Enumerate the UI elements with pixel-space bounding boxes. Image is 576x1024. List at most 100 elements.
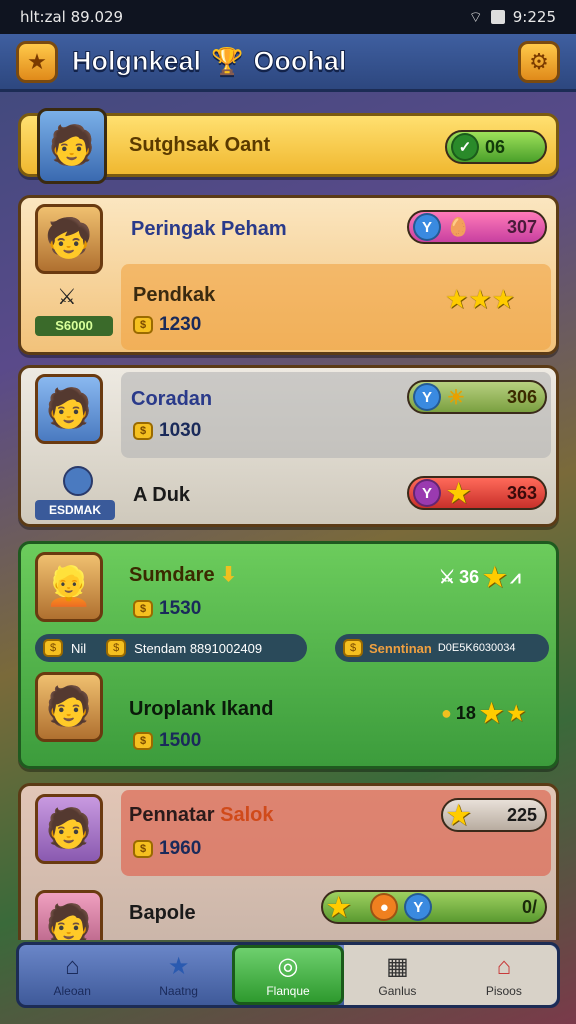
tab-rating[interactable]: ★ Naatng [125, 945, 231, 1005]
tab-ring[interactable]: ◎ Flanque [231, 945, 345, 1005]
stars-rating: ★★★ [445, 284, 515, 315]
coin-value: $ 1530 [133, 598, 201, 620]
star-icon: ★ [483, 562, 507, 592]
tab-label: Ganlus [378, 984, 417, 998]
player-name: Uroplank Ikand [129, 698, 274, 720]
info-strip-left: $ Nil $ Stendam 8891002409 [35, 634, 307, 662]
coin-amount: 1030 [159, 420, 202, 441]
info-strip-right: $ Senntinan D0E5K6030034 [335, 634, 549, 662]
player-name-text: Pennatar [129, 804, 215, 826]
strip-label: Senntinan [369, 640, 432, 656]
score-pill: Y ★ 363 [407, 476, 547, 510]
score-group: ● 18 ★ ★ [441, 698, 525, 729]
barn-icon: ⌂ [496, 952, 512, 980]
score-value: 0/ [521, 896, 537, 917]
tab-label: Aleoan [53, 983, 91, 998]
tab-home[interactable]: ⌂ Aleoan [19, 945, 125, 1005]
pet-icon: ● [441, 703, 452, 723]
coin-icon: $ [106, 639, 127, 657]
sword-icon: ⚔ [439, 567, 456, 587]
coin-icon: $ [133, 600, 153, 618]
score-value: 363 [506, 482, 537, 503]
badge-label: ESDMAK [35, 500, 115, 520]
list-item[interactable]: 👱 Sumdare ⬇ $ 1530 ⚔ 36 ★ ⩘ $ Nil $ Sten… [18, 541, 559, 769]
status-time: hlt:zal 89.029 [20, 8, 124, 26]
avatar: 🧑 [35, 672, 103, 742]
leaderboard-list[interactable]: 🧑 Sutghsak Oant ✓ 06 🧒 Peringak Peham Y … [0, 95, 576, 940]
player-name: Sumdare ⬇ [129, 562, 237, 587]
shield-icon: Y [413, 479, 441, 507]
badge: ⚔ S6000 [35, 284, 115, 336]
star-icon: ★ [491, 284, 515, 314]
tab-box[interactable]: ▦ Ganlus [344, 945, 451, 1005]
list-item[interactable]: 🧑 Pennatar Salok $ 1960 ★ 225 🧑 Bapole ★… [18, 783, 559, 940]
gear-icon[interactable]: ⚙ [518, 40, 560, 83]
title-text: Holgnkeal [71, 46, 202, 77]
header-bar: ★ Holgnkeal 🏆 Ooohal ⚙ [0, 34, 576, 92]
coin-amount: 1230 [159, 314, 202, 335]
coin-icon: $ [133, 316, 153, 334]
page-title: Holgnkeal 🏆 Ooohal [71, 46, 347, 77]
list-item[interactable]: 🧒 Peringak Peham Y 🥚 307 ⚔ S6000 Pendkak… [18, 195, 559, 355]
coin-value: $ 1230 [133, 314, 201, 336]
star-icon: ★ [468, 284, 492, 314]
star-icon: ★ [167, 953, 190, 980]
sub-name: Pendkak [133, 284, 216, 306]
coin-amount: 1530 [159, 598, 202, 619]
title-text-2: Ooohal [253, 46, 347, 77]
badge-label: S6000 [35, 316, 113, 336]
check-icon: ✓ [451, 133, 479, 161]
coin-value: $ 1030 [133, 420, 201, 442]
avatar: 🧑 [35, 794, 103, 864]
ring-icon: ◎ [277, 953, 299, 980]
coin-icon: $ [133, 422, 153, 440]
sub-name: A Duk [133, 484, 191, 506]
list-item[interactable]: 🧑 Coradan $ 1030 Y ☀ 306 ESDMAK A Duk Y … [18, 365, 559, 527]
avatar: 🧑 [37, 108, 107, 184]
badge: ESDMAK [35, 466, 119, 520]
shield-icon: Y [413, 213, 441, 241]
star-icon: ★ [447, 477, 471, 508]
avatar: 🧒 [35, 204, 103, 274]
coin-icon: $ [133, 840, 153, 858]
player-name-text: Sumdare [129, 564, 215, 586]
avatar: 👱 [35, 552, 103, 622]
score-pill: Y 🥚 307 [407, 210, 547, 244]
coin-amount: 1500 [159, 730, 202, 751]
score-pill: ★ 225 [441, 798, 547, 832]
coin-amount: 1960 [159, 838, 202, 859]
star-icon: ★ [479, 698, 504, 728]
tab-label: Flanque [266, 984, 310, 998]
battery-icon [490, 10, 505, 24]
star-icon: ★ [507, 703, 526, 725]
medal-icon: ● [370, 893, 399, 921]
tab-label: Naatng [159, 984, 198, 998]
tab-label: Pisoos [485, 983, 522, 998]
trophy-icon: 🏆 [211, 46, 244, 76]
strip-value: Stendam 8891002409 [134, 640, 263, 656]
score-pill: Y ☀ 306 [407, 380, 547, 414]
score-value: 36 [459, 567, 480, 587]
player-name: Coradan [131, 388, 213, 410]
score-value: 18 [455, 703, 476, 723]
coin-icon: $ [43, 639, 63, 657]
score-value: 307 [506, 216, 537, 237]
status-battery: 9:225 [512, 8, 556, 26]
house-icon: ⌂ [64, 952, 80, 980]
sun-icon: ☀ [447, 386, 465, 409]
bottom-nav: ⌂ Aleoan ★ Naatng ◎ Flanque ▦ Ganlus ⌂ P… [16, 942, 560, 1008]
player-name: Sutghsak Oant [129, 134, 271, 156]
score-value: 06 [485, 136, 506, 157]
strip-label: Nil [71, 640, 87, 656]
coin-icon: $ [133, 732, 153, 750]
player-banner[interactable]: 🧑 Sutghsak Oant ✓ 06 [18, 108, 559, 184]
star-icon[interactable]: ★ [16, 40, 58, 83]
strip-value: D0E5K6030034 [437, 642, 516, 654]
egg-icon: 🥚 [447, 216, 470, 237]
tab-barn[interactable]: ⌂ Pisoos [450, 945, 558, 1005]
score-group: ⚔ 36 ★ ⩘ [439, 562, 521, 593]
coin-value: $ 1500 [133, 730, 201, 752]
coin-value: $ 1960 [133, 838, 201, 860]
shield-icon [63, 466, 93, 496]
shield-icon: Y [413, 383, 441, 411]
